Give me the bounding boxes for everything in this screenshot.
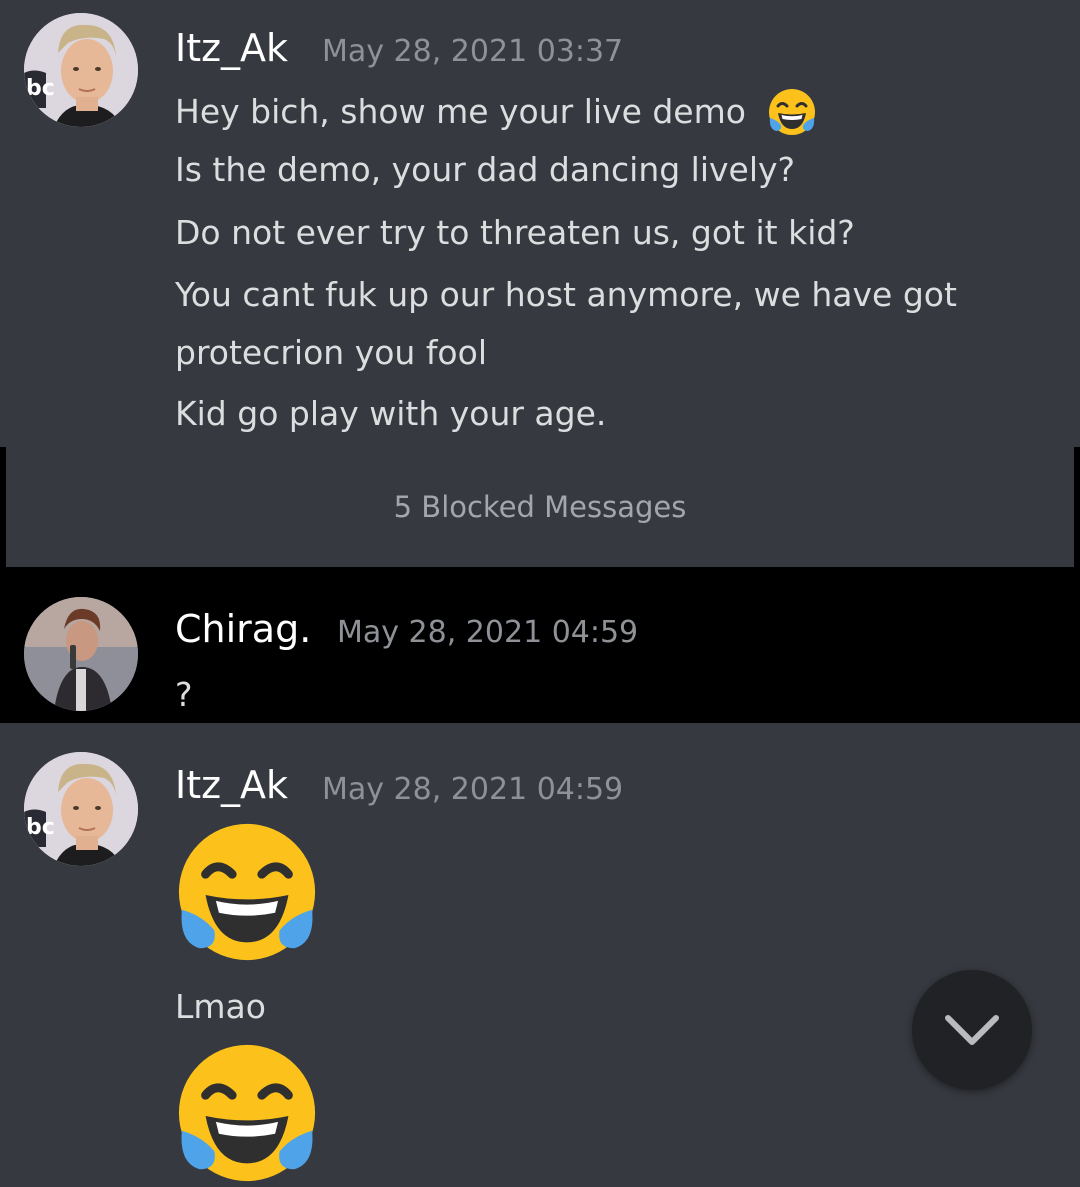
avatar-image bbox=[24, 13, 138, 127]
message-timestamp: May 28, 2021 03:37 bbox=[322, 34, 624, 69]
message-author[interactable]: Chirag. bbox=[175, 607, 311, 651]
avatar-itz-ak[interactable] bbox=[24, 13, 138, 127]
message-group-2: Chirag. May 28, 2021 04:59 ? bbox=[0, 567, 1080, 723]
message-line: Do not ever try to threaten us, got it k… bbox=[175, 213, 855, 252]
message-line: ? bbox=[175, 675, 193, 714]
message-timestamp: May 28, 2021 04:59 bbox=[337, 615, 639, 650]
message-author[interactable]: Itz_Ak bbox=[175, 26, 288, 70]
joy-emoji-icon bbox=[173, 818, 321, 966]
message-line: Is the demo, your dad dancing lively? bbox=[175, 150, 796, 189]
message-line: protecrion you fool bbox=[175, 333, 487, 372]
joy-emoji-icon bbox=[767, 87, 817, 137]
chevron-down-icon bbox=[945, 1015, 999, 1045]
avatar-image bbox=[24, 597, 138, 711]
blocked-messages-label: 5 Blocked Messages bbox=[393, 490, 687, 524]
message-author[interactable]: Itz_Ak bbox=[175, 763, 288, 807]
avatar-image bbox=[24, 752, 138, 866]
blocked-messages-wrapper: 5 Blocked Messages bbox=[0, 447, 1080, 567]
scroll-to-bottom-button[interactable] bbox=[912, 970, 1032, 1090]
message-line: You cant fuk up our host anymore, we hav… bbox=[175, 275, 957, 314]
message-group-1: Itz_Ak May 28, 2021 03:37 Hey bich, show… bbox=[0, 0, 1080, 447]
message-group-3: Itz_Ak May 28, 2021 04:59 Lmao bbox=[0, 723, 1080, 1139]
message-line: Kid go play with your age. bbox=[175, 394, 607, 433]
blocked-messages-button[interactable]: 5 Blocked Messages bbox=[6, 447, 1074, 567]
message-line: Lmao bbox=[175, 987, 266, 1026]
avatar-itz-ak[interactable] bbox=[24, 752, 138, 866]
message-line: Hey bich, show me your live demo bbox=[175, 92, 746, 131]
avatar-chirag[interactable] bbox=[24, 597, 138, 711]
message-timestamp: May 28, 2021 04:59 bbox=[322, 772, 624, 807]
joy-emoji-icon bbox=[173, 1039, 321, 1187]
